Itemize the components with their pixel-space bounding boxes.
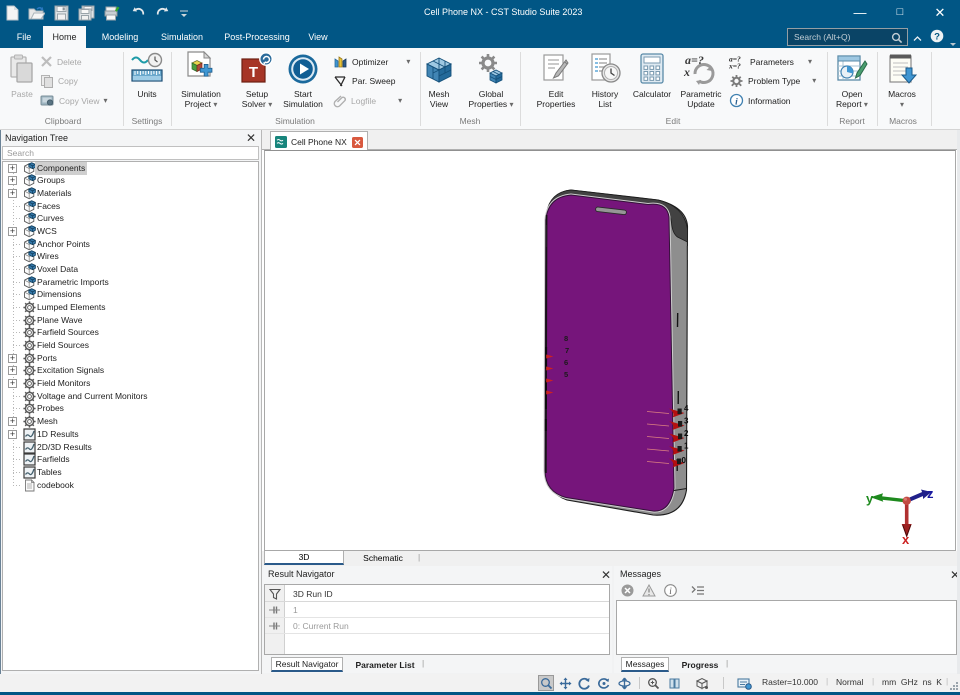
svg-text:z: z: [927, 486, 934, 501]
svg-text:5: 5: [564, 370, 568, 379]
svg-text:7: 7: [565, 346, 569, 355]
svg-text:8: 8: [564, 334, 568, 343]
svg-text:6: 6: [564, 358, 568, 367]
svg-text:x=?: x=?: [729, 61, 741, 69]
svg-text:T: T: [249, 64, 258, 81]
svg-text:?: ?: [934, 32, 940, 43]
svg-text:0: 0: [682, 456, 687, 465]
svg-text:1: 1: [684, 442, 689, 451]
svg-text:y: y: [866, 491, 874, 506]
svg-text:x: x: [683, 65, 690, 79]
svg-text:4: 4: [684, 404, 689, 413]
svg-text:2: 2: [684, 429, 689, 438]
svg-text:3: 3: [684, 417, 689, 426]
svg-text:i: i: [735, 98, 738, 108]
svg-text:x: x: [902, 532, 910, 547]
